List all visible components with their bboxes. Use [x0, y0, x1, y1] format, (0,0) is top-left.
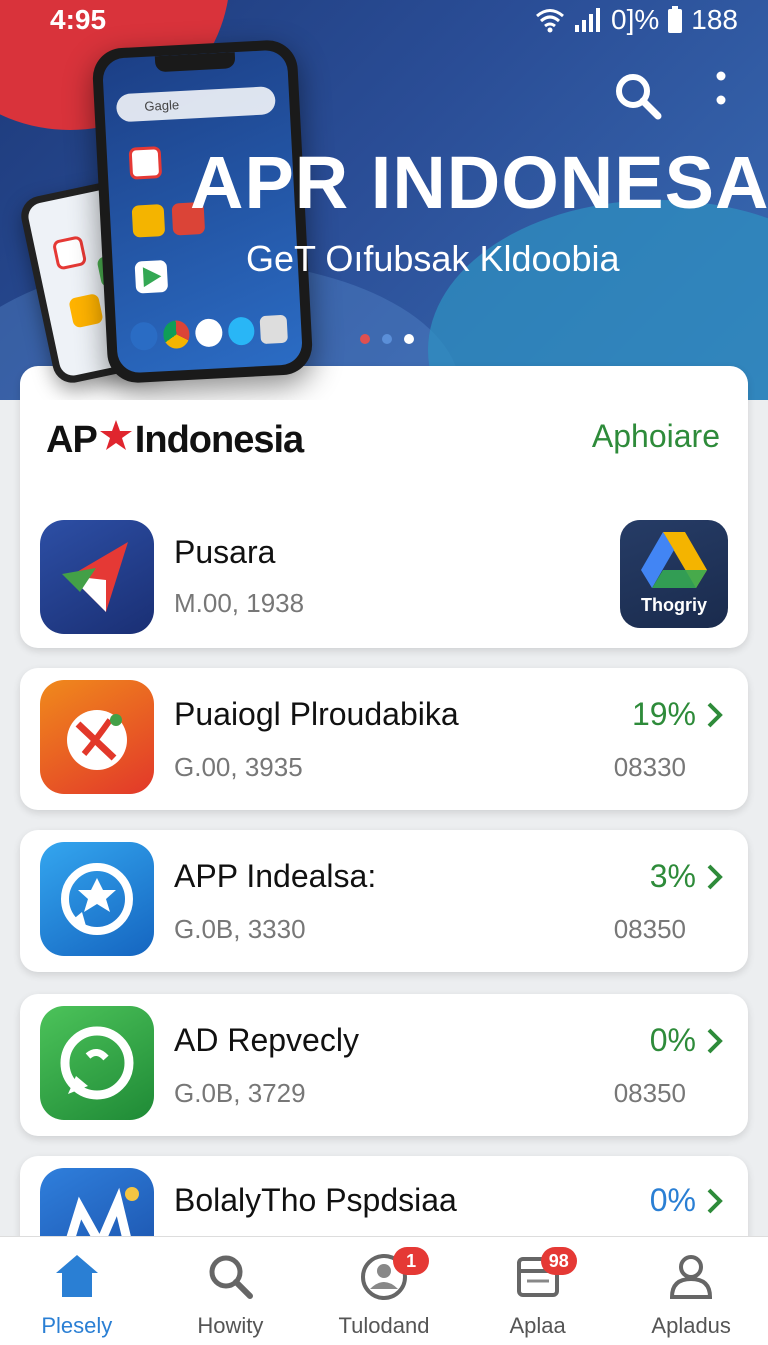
app-meta: G.0B, 3330	[174, 914, 306, 944]
nav-item-home[interactable]: Plesely	[0, 1237, 154, 1345]
more-options-icon[interactable]	[706, 70, 736, 119]
hero-subtitle: GeT Oıfubsak Kldoobia	[246, 238, 620, 279]
signal-icon	[573, 7, 603, 33]
app-name: AD Repvecly	[174, 1022, 359, 1058]
nav-label: Plesely	[41, 1313, 113, 1338]
nav-label: Aplaa	[509, 1313, 566, 1338]
nav-item-updates[interactable]: 1 Tulodand	[307, 1237, 461, 1345]
brand-logo-right: Indonesia	[134, 418, 304, 461]
status-number: 188	[691, 4, 738, 35]
hero-banner: Gagle APR INDONESA GeT Oıfubsak Kldoobia	[0, 0, 768, 400]
battery-percent: 0]%	[611, 4, 660, 35]
featured-link[interactable]: Aphoiare	[592, 418, 720, 455]
play-icon	[134, 259, 169, 294]
chevron-right-icon[interactable]	[706, 1186, 724, 1216]
featured-card[interactable]: AP Indonesia Aphoiare Pusara M.00, 1938 …	[20, 366, 748, 648]
nav-item-profile[interactable]: Apladus	[614, 1237, 768, 1345]
app-meta: M.00, 1938	[174, 588, 305, 618]
battery-icon	[667, 6, 683, 34]
camera-icon	[259, 314, 288, 345]
carousel-dot[interactable]	[404, 334, 414, 344]
star-icon	[99, 418, 133, 462]
red-orange-app-icon[interactable]	[40, 680, 154, 794]
app-name: Pusara	[174, 534, 276, 570]
nav-item-apps[interactable]: 98 Aplaa	[461, 1237, 615, 1345]
phone-dock-icon	[129, 321, 158, 351]
drive-tile[interactable]: Thogriy	[620, 520, 728, 628]
phone-app-icon	[128, 146, 163, 180]
nav-label: Tulodand	[338, 1313, 430, 1338]
nav-label: Apladus	[651, 1313, 731, 1338]
status-bar: 4:95 0]% 188	[0, 0, 768, 40]
notification-badge: 1	[393, 1247, 430, 1275]
notification-badge: 98	[540, 1247, 577, 1275]
app-percent: 0%	[649, 1022, 696, 1058]
app-list-item[interactable]: AD Repvecly G.0B, 3729 08350 0%	[20, 994, 748, 1136]
app-list-item[interactable]: APP Indealsa: G.0B, 3330 08350 3%	[20, 830, 748, 972]
drive-icon	[641, 532, 707, 588]
profile-icon	[670, 1255, 713, 1299]
app-name: APP Indealsa:	[174, 858, 377, 894]
blue-gear-app-icon[interactable]	[40, 842, 154, 956]
app-percent: 3%	[649, 858, 696, 894]
carousel-dot[interactable]	[382, 334, 392, 344]
search-icon	[209, 1255, 254, 1299]
phone-dock-icon	[194, 318, 223, 348]
brand-logo: AP Indonesia	[46, 418, 304, 462]
app-meta-right: 08330	[613, 752, 686, 782]
status-right-group: 0]% 188	[535, 4, 738, 36]
chevron-right-icon[interactable]	[706, 862, 724, 892]
app-percent: 19%	[631, 696, 696, 732]
hero-title: APR INDONESA	[190, 141, 768, 224]
nav-item-search[interactable]: Howity	[154, 1237, 308, 1345]
app-list-item[interactable]: Puaiogl Plroudabika G.00, 3935 08330 19%	[20, 668, 748, 810]
nav-label: Howity	[197, 1313, 264, 1338]
home-icon	[55, 1255, 98, 1297]
brand-logo-left: AP	[46, 418, 98, 461]
phone-search-pill: Gagle	[115, 86, 276, 123]
phone-app-icon	[131, 204, 166, 238]
carousel-indicator[interactable]	[360, 334, 414, 344]
bottom-navigation: Plesely Howity 1 Tulodand 98 Aplaa Aplad…	[0, 1236, 768, 1345]
status-time: 4:95	[50, 4, 107, 35]
app-name: BolalyTho Pspdsiaa	[174, 1182, 457, 1218]
app-name: Puaiogl Plroudabika	[174, 696, 459, 732]
phone-dock-icon	[227, 316, 256, 346]
app-meta-right: 08350	[613, 914, 686, 944]
app-meta: G.0B, 3729	[174, 1078, 306, 1108]
tile-label: Thogriy	[641, 595, 707, 615]
chrome-icon	[162, 319, 191, 350]
chevron-right-icon[interactable]	[706, 700, 724, 730]
phone-search-text: Gagle	[144, 97, 180, 114]
app-meta-right: 08350	[613, 1078, 686, 1108]
carousel-dot[interactable]	[360, 334, 370, 344]
search-icon[interactable]	[612, 70, 664, 127]
paper-plane-icon[interactable]	[40, 520, 154, 634]
app-meta: G.00, 3935	[174, 752, 303, 782]
chevron-right-icon[interactable]	[706, 1026, 724, 1056]
app-percent: 0%	[649, 1182, 696, 1218]
green-chat-app-icon[interactable]	[40, 1006, 154, 1120]
wifi-icon	[535, 7, 565, 33]
